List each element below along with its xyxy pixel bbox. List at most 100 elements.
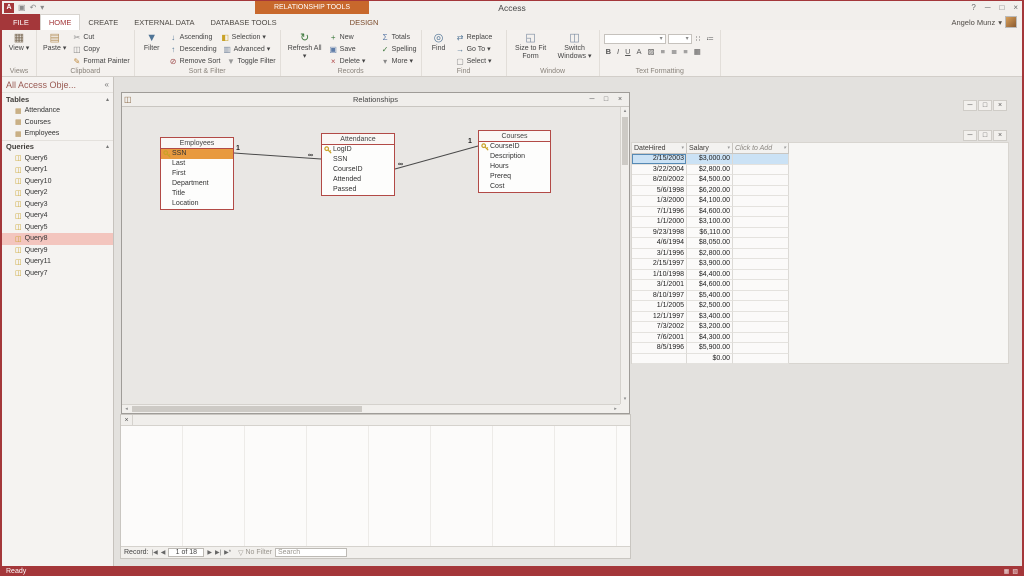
ribbon-button-paste[interactable]: ▤Paste ▾ bbox=[41, 31, 68, 54]
datasheet-row[interactable]: 7/1/1996$4,600.00 bbox=[632, 207, 789, 218]
datasheet-row[interactable]: 9/23/1998$6,110.00 bbox=[632, 228, 789, 239]
nav-group-header-tables[interactable]: Tables▴ bbox=[2, 92, 113, 105]
minimize-icon[interactable]: ─ bbox=[985, 3, 991, 12]
cell-datehired[interactable]: 3/22/2004 bbox=[632, 165, 687, 176]
cell-datehired[interactable]: 7/6/2001 bbox=[632, 333, 687, 344]
cell-click-to-add[interactable] bbox=[733, 343, 789, 354]
ribbon-button-go-to[interactable]: →Go To ▾ bbox=[456, 45, 502, 54]
next-record-button[interactable]: ▶ bbox=[207, 549, 212, 556]
rel-field-attendance-passed[interactable]: Passed bbox=[322, 185, 394, 195]
cell-click-to-add[interactable] bbox=[733, 354, 789, 365]
datasheet-row[interactable]: 4/6/1994$8,050.00 bbox=[632, 238, 789, 249]
cell-click-to-add[interactable] bbox=[733, 207, 789, 218]
nav-pane-title-bar[interactable]: All Access Obje... « bbox=[2, 77, 113, 92]
datasheet-row[interactable]: 8/5/1996$5,900.00 bbox=[632, 343, 789, 354]
relationships-titlebar[interactable]: ◫ Relationships ─ □ × bbox=[122, 93, 629, 107]
ribbon-button-descending[interactable]: ↑Descending bbox=[169, 45, 217, 54]
cell-salary[interactable]: $0.00 bbox=[687, 354, 733, 365]
font-family-select[interactable]: ▾ bbox=[604, 34, 666, 44]
cell-click-to-add[interactable] bbox=[733, 280, 789, 291]
cell-salary[interactable]: $8,050.00 bbox=[687, 238, 733, 249]
cell-click-to-add[interactable] bbox=[733, 249, 789, 260]
cell-salary[interactable]: $2,500.00 bbox=[687, 301, 733, 312]
scroll-down-icon[interactable]: ▾ bbox=[621, 395, 629, 404]
minimize-icon[interactable]: ─ bbox=[963, 130, 977, 141]
rel-field-employees-title[interactable]: Title bbox=[161, 189, 233, 199]
rel-field-employees-first[interactable]: First bbox=[161, 169, 233, 179]
tab-home[interactable]: HOME bbox=[40, 14, 81, 30]
scroll-up-icon[interactable]: ▴ bbox=[621, 107, 629, 116]
cell-salary[interactable]: $3,900.00 bbox=[687, 259, 733, 270]
cell-salary[interactable]: $4,400.00 bbox=[687, 270, 733, 281]
rel-field-employees-ssn[interactable]: SSN bbox=[161, 149, 233, 159]
ribbon-button-refresh-all[interactable]: ↻Refresh All ▾ bbox=[285, 31, 325, 61]
nav-item-query9[interactable]: ◫Query9 bbox=[2, 245, 113, 257]
ribbon-button-find[interactable]: ◎Find bbox=[426, 31, 452, 54]
access-app-icon[interactable]: A bbox=[4, 3, 14, 13]
minimize-icon[interactable]: ─ bbox=[963, 100, 977, 111]
cell-salary[interactable]: $3,100.00 bbox=[687, 217, 733, 228]
close-icon[interactable]: × bbox=[613, 94, 627, 106]
rel-field-employees-department[interactable]: Department bbox=[161, 179, 233, 189]
nav-item-courses[interactable]: ▦Courses bbox=[2, 117, 113, 129]
cell-datehired[interactable] bbox=[632, 354, 687, 365]
cell-click-to-add[interactable] bbox=[733, 301, 789, 312]
align-right-icon[interactable]: ≡ bbox=[681, 47, 689, 56]
ribbon-button-filter[interactable]: ▼Filter bbox=[139, 31, 165, 54]
cell-salary[interactable]: $3,000.00 bbox=[687, 154, 733, 165]
cell-datehired[interactable]: 7/3/2002 bbox=[632, 322, 687, 333]
scroll-left-icon[interactable]: ◂ bbox=[122, 405, 131, 413]
tab-design[interactable]: DESIGN bbox=[342, 14, 387, 30]
cell-datehired[interactable]: 2/15/1997 bbox=[632, 259, 687, 270]
ribbon-button-save[interactable]: ▣Save bbox=[329, 45, 375, 54]
cell-click-to-add[interactable] bbox=[733, 312, 789, 323]
close-icon[interactable]: × bbox=[121, 415, 133, 425]
previous-record-button[interactable]: ◀ bbox=[161, 549, 166, 556]
datasheet-row[interactable]: 1/1/2000$3,100.00 bbox=[632, 217, 789, 228]
datasheet-row[interactable]: 1/3/2000$4,100.00 bbox=[632, 196, 789, 207]
horizontal-scrollbar[interactable]: ◂ ▸ bbox=[122, 404, 620, 413]
ribbon-button-totals[interactable]: ΣTotals bbox=[381, 33, 410, 42]
scrollbar-thumb[interactable] bbox=[132, 406, 362, 412]
cell-click-to-add[interactable] bbox=[733, 322, 789, 333]
numbering-icon[interactable]: ≔ bbox=[704, 34, 716, 43]
nav-item-query1[interactable]: ◫Query1 bbox=[2, 164, 113, 176]
bullets-icon[interactable]: ∷ bbox=[694, 34, 703, 43]
cell-datehired[interactable]: 5/6/1998 bbox=[632, 186, 687, 197]
tab-database-tools[interactable]: DATABASE TOOLS bbox=[203, 14, 285, 30]
ribbon-button-size-to-fit-form[interactable]: ◱Size to Fit Form bbox=[511, 31, 551, 61]
nav-item-query11[interactable]: ◫Query11 bbox=[2, 256, 113, 268]
datasheet-row[interactable]: 3/22/2004$2,800.00 bbox=[632, 165, 789, 176]
cell-click-to-add[interactable] bbox=[733, 165, 789, 176]
datasheet-row[interactable]: 2/15/2003$3,000.00 bbox=[632, 154, 789, 165]
nav-item-query7[interactable]: ◫Query7 bbox=[2, 268, 113, 280]
rel-field-courses-description[interactable]: Description bbox=[479, 152, 550, 162]
datasheet-row[interactable]: 8/10/1997$5,400.00 bbox=[632, 291, 789, 302]
underline-icon[interactable]: U bbox=[623, 47, 632, 56]
cell-datehired[interactable]: 1/3/2000 bbox=[632, 196, 687, 207]
datasheet-row[interactable]: 1/1/2005$2,500.00 bbox=[632, 301, 789, 312]
customize-qat-icon[interactable]: ▾ bbox=[40, 4, 44, 12]
maximize-icon[interactable]: □ bbox=[599, 94, 613, 106]
datasheet-row[interactable]: 5/6/1998$6,200.00 bbox=[632, 186, 789, 197]
first-record-button[interactable]: |◀ bbox=[152, 549, 158, 556]
cell-datehired[interactable]: 7/1/1996 bbox=[632, 207, 687, 218]
maximize-icon[interactable]: □ bbox=[999, 3, 1004, 12]
cell-salary[interactable]: $6,200.00 bbox=[687, 186, 733, 197]
ribbon-button-advanced[interactable]: ▥Advanced ▾ bbox=[223, 45, 271, 54]
minimize-icon[interactable]: ─ bbox=[585, 94, 599, 106]
datasheet-row[interactable]: 3/1/1996$2,800.00 bbox=[632, 249, 789, 260]
cell-click-to-add[interactable] bbox=[733, 291, 789, 302]
datasheet-row[interactable]: 2/15/1997$3,900.00 bbox=[632, 259, 789, 270]
rel-field-employees-last[interactable]: Last bbox=[161, 159, 233, 169]
cell-datehired[interactable]: 8/5/1996 bbox=[632, 343, 687, 354]
nav-item-attendance[interactable]: ▦Attendance bbox=[2, 105, 113, 117]
cell-salary[interactable]: $5,400.00 bbox=[687, 291, 733, 302]
record-position-box[interactable]: 1 of 18 bbox=[168, 548, 204, 557]
rel-table-attendance[interactable]: AttendanceLogIDSSNCourseIDAttendedPassed bbox=[321, 133, 395, 196]
last-record-button[interactable]: ▶| bbox=[215, 549, 221, 556]
vertical-scrollbar[interactable]: ▴ ▾ bbox=[620, 107, 629, 404]
nav-item-query4[interactable]: ◫Query4 bbox=[2, 210, 113, 222]
rel-table-employees[interactable]: EmployeesSSNLastFirstDepartmentTitleLoca… bbox=[160, 137, 234, 210]
datasheet-row[interactable]: 3/1/2001$4,600.00 bbox=[632, 280, 789, 291]
